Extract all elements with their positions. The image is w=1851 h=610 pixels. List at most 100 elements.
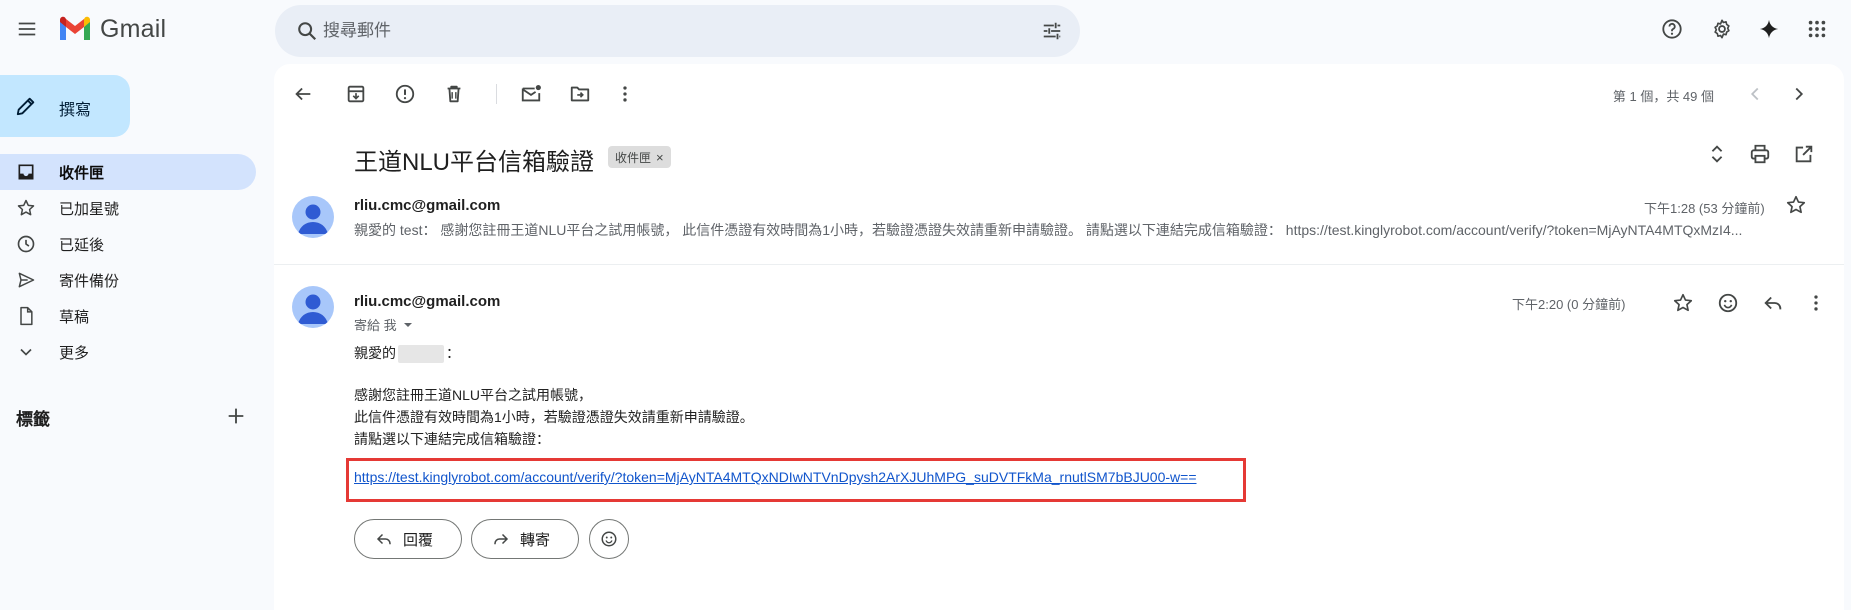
forward-label: 轉寄	[520, 531, 551, 549]
inbox-label-chip[interactable]: 收件匣 ×	[608, 146, 671, 168]
mark-unread-icon	[521, 85, 541, 102]
message-time: 下午1:28 (53 分鐘前)	[1644, 201, 1765, 216]
search-input[interactable]	[323, 5, 983, 57]
body-line: 感謝您註冊王道NLU平台之試用帳號，	[354, 387, 593, 403]
remove-label-button[interactable]: ×	[656, 150, 664, 165]
redacted-name	[398, 345, 444, 364]
message-divider	[274, 264, 1844, 265]
reply-button[interactable]: 回覆	[354, 519, 462, 559]
compose-button[interactable]: 撰寫	[0, 75, 130, 137]
message-sender[interactable]: rliu.cmc@gmail.com	[354, 293, 500, 310]
greeting-line: 親愛的 ：	[354, 343, 460, 364]
forward-icon	[494, 533, 509, 545]
search-options-button[interactable]	[1032, 11, 1072, 51]
reply-icon-button[interactable]	[1753, 283, 1793, 323]
verification-link[interactable]: https://test.kinglyrobot.com/account/ver…	[354, 469, 1197, 485]
search-icon	[298, 22, 317, 41]
open-new-window-button[interactable]	[1784, 134, 1824, 174]
newer-message-button[interactable]	[1735, 74, 1775, 114]
forward-button[interactable]: 轉寄	[471, 519, 579, 559]
message-time: 下午2:20 (0 分鐘前)	[1512, 297, 1626, 312]
report-icon	[395, 84, 415, 104]
gemini-button[interactable]	[1749, 9, 1789, 49]
print-icon	[1750, 144, 1770, 164]
label-chip-text: 收件匣	[615, 150, 652, 165]
labels-section-title: 標籤	[16, 410, 50, 429]
sidebar-item-sent[interactable]: 寄件備份	[0, 262, 256, 298]
apps-grid-icon	[1808, 20, 1826, 38]
star-icon	[1786, 195, 1806, 214]
recipient-toggle[interactable]: 寄給 我	[354, 315, 413, 334]
sidebar-item-starred[interactable]: 已加星號	[0, 190, 256, 226]
gmail-m-icon	[60, 16, 90, 40]
create-label-button[interactable]	[216, 396, 256, 436]
emoji-icon	[601, 531, 617, 547]
hamburger-menu-icon	[18, 22, 36, 36]
search-bar[interactable]	[275, 5, 1080, 57]
unfold-icon	[1711, 145, 1723, 163]
gear-icon	[1714, 19, 1730, 39]
folder-move-icon	[570, 86, 590, 102]
recipient-text: 寄給 我	[354, 318, 397, 333]
react-emoji-button[interactable]	[589, 519, 629, 559]
caret-down-icon	[403, 322, 412, 327]
sidebar-item-label: 更多	[59, 344, 90, 362]
sidebar-item-snoozed[interactable]: 已延後	[0, 226, 256, 262]
apps-button[interactable]	[1797, 9, 1837, 49]
open-in-new-icon	[1795, 145, 1813, 163]
sidebar-item-inbox[interactable]: 收件匣	[0, 154, 256, 190]
more-vert-icon	[1814, 295, 1818, 311]
app-name: Gmail	[100, 14, 167, 43]
search-button[interactable]	[287, 11, 327, 51]
arrow-back-icon	[295, 87, 311, 101]
delete-button[interactable]	[434, 74, 474, 114]
report-spam-button[interactable]	[385, 74, 425, 114]
main-menu-button[interactable]	[7, 9, 47, 49]
sidebar-item-label: 已加星號	[59, 200, 120, 218]
greeting-prefix: 親愛的	[354, 345, 396, 361]
sender-avatar[interactable]	[292, 196, 334, 238]
archive-button[interactable]	[336, 74, 376, 114]
mark-unread-button[interactable]	[511, 74, 551, 114]
chevron-right-icon	[1795, 87, 1804, 101]
body-line: 此信件憑證有效時間為1小時，若驗證憑證失效請重新申請驗證。	[354, 409, 754, 425]
sidebar-item-label: 寄件備份	[59, 272, 120, 290]
archive-icon	[347, 85, 365, 103]
help-icon	[1662, 19, 1682, 39]
star-message-button[interactable]	[1776, 185, 1816, 225]
reply-label: 回覆	[403, 531, 434, 549]
settings-button[interactable]	[1702, 9, 1742, 49]
sidebar-item-label: 已延後	[59, 236, 105, 254]
expand-all-button[interactable]	[1697, 134, 1737, 174]
message-snippet[interactable]: 親愛的 test： 感謝您註冊王道NLU平台之試用帳號， 此信件憑證有效時間為1…	[354, 220, 1799, 240]
sidebar-item-drafts[interactable]: 草稿	[0, 298, 256, 334]
print-button[interactable]	[1740, 134, 1780, 174]
gmail-logo[interactable]: Gmail	[58, 12, 166, 46]
chevron-down-icon	[20, 348, 32, 356]
draft-icon	[20, 306, 33, 326]
more-actions-button[interactable]	[605, 74, 645, 114]
greeting-suffix: ：	[446, 345, 460, 361]
message-sender[interactable]: rliu.cmc@gmail.com	[354, 197, 500, 214]
sidebar-item-label: 草稿	[59, 308, 90, 326]
toolbar-divider	[496, 84, 497, 104]
move-to-button[interactable]	[560, 74, 600, 114]
compose-label: 撰寫	[59, 102, 92, 119]
sidebar-item-label: 收件匣	[59, 164, 105, 182]
plus-icon	[228, 408, 244, 424]
emoji-icon	[1718, 293, 1738, 313]
sidebar-item-more[interactable]: 更多	[0, 334, 256, 370]
help-button[interactable]	[1652, 9, 1692, 49]
body-line: 請點選以下連結完成信箱驗證：	[354, 431, 550, 447]
older-message-button[interactable]	[1779, 74, 1819, 114]
sender-avatar[interactable]	[292, 286, 334, 328]
trash-icon	[447, 85, 461, 103]
message-more-button[interactable]	[1796, 283, 1836, 323]
email-subject: 王道NLU平台信箱驗證	[354, 149, 595, 176]
tune-icon	[1043, 22, 1061, 40]
star-message-button[interactable]	[1663, 283, 1703, 323]
pencil-icon	[16, 97, 35, 116]
add-reaction-button[interactable]	[1708, 283, 1748, 323]
back-to-inbox-button[interactable]	[283, 74, 323, 114]
sparkle-icon	[1759, 19, 1779, 39]
